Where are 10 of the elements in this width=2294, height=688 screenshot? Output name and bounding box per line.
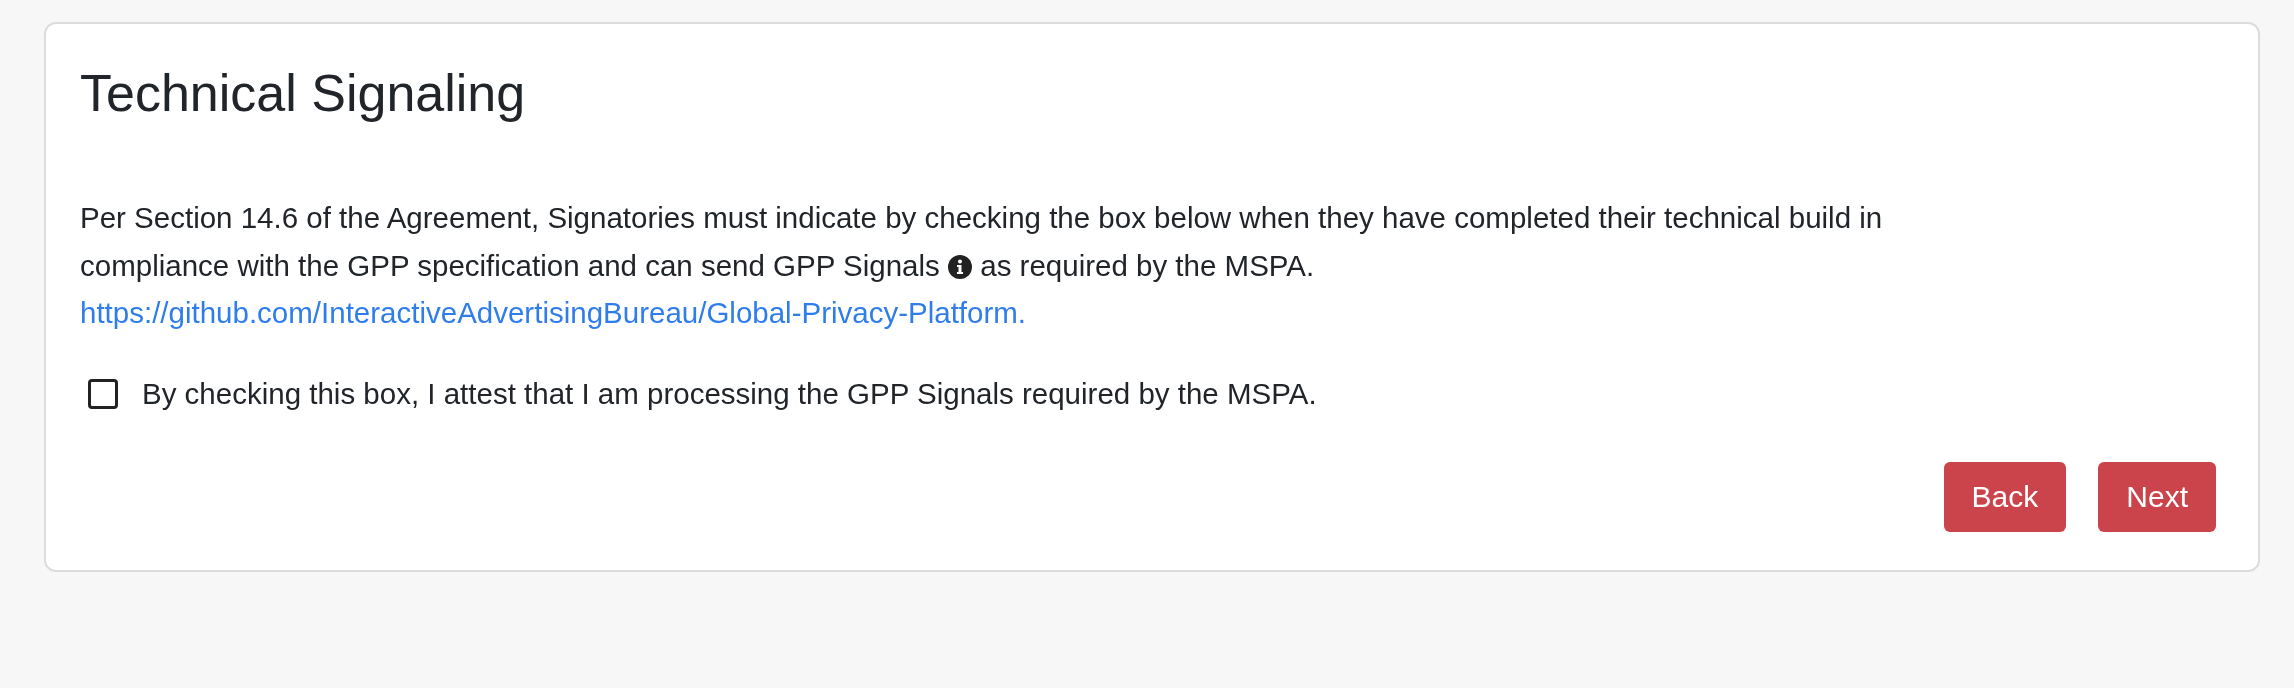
next-button[interactable]: Next [2098,462,2216,532]
intro-text: as required by the MSPA. [980,248,1315,282]
github-link[interactable]: https://github.com/InteractiveAdvertisingBureau/Global-Privacy-Platform. [80,296,1027,330]
attest-label: By checking this box, I attest that I am processing the GPP Signals required by the MSPA. [142,376,1317,411]
back-button[interactable]: Back [1943,462,2067,532]
intro-text: compliance with the GPP specification and can send GPP Signals [80,248,940,282]
page-title: Technical Signaling [80,63,527,124]
intro-text: Per Section 14.6 of the Agreement, Signatories must indicate by checking the box below when they have completed their technical build in [80,201,1883,235]
attest-checkbox[interactable] [88,378,118,409]
info-icon[interactable] [948,254,973,279]
